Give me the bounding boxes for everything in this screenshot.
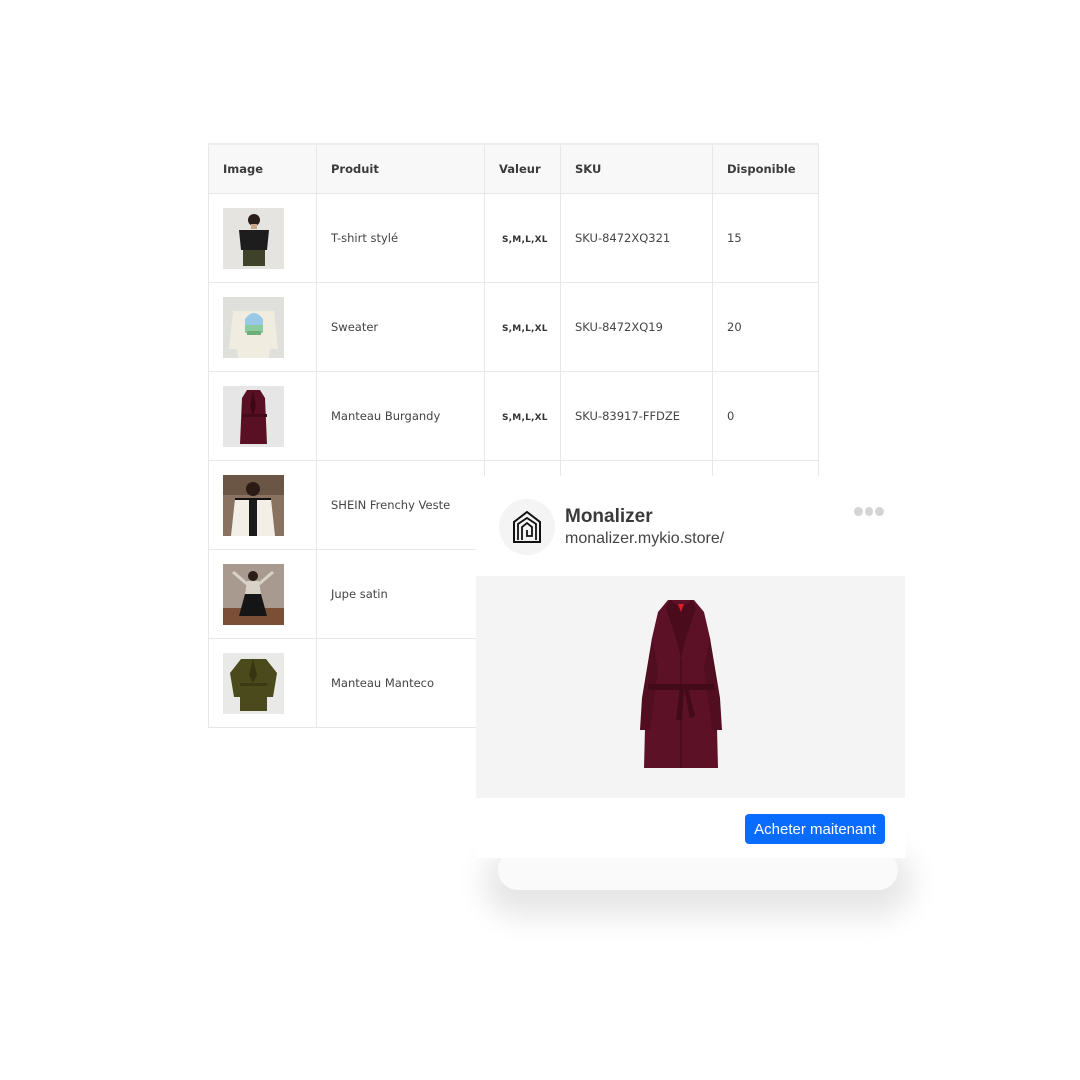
dot — [875, 506, 885, 516]
card-header: Monalizer monalizer.mykio.store/ — [476, 476, 906, 576]
header-sku[interactable]: SKU — [560, 143, 713, 194]
header-available[interactable]: Disponible — [712, 143, 819, 194]
value-cell: S,M,L,XL — [484, 193, 561, 283]
sku-cell: SKU-8472XQ321 — [560, 193, 713, 283]
product-thumbnail[interactable] — [223, 296, 284, 358]
product-name-cell: T-shirt stylé — [316, 193, 485, 283]
header-value[interactable]: Valeur — [484, 143, 561, 194]
header-image[interactable]: Image — [208, 143, 317, 194]
dot — [854, 506, 863, 516]
more-dots-icon[interactable] — [854, 506, 885, 516]
size-list: S,M,L,XL — [502, 324, 548, 334]
store-url[interactable]: monalizer.mykio.store/ — [565, 530, 724, 548]
product-preview-card[interactable]: Monalizer monalizer.mykio.store/ Acheter… — [476, 476, 906, 858]
product-thumbnail[interactable] — [223, 652, 284, 714]
product-name-cell: Manteau Burgandy — [316, 371, 485, 461]
burgundy-coat-photo-icon — [223, 385, 284, 447]
size-list: S,M,L,XL — [502, 235, 548, 245]
cream-sweater-photo-icon — [223, 296, 284, 358]
product-name-cell: Manteau Manteco — [316, 638, 485, 728]
available-cell: 0 — [712, 371, 819, 461]
size-list: S,M,L,XL — [502, 413, 548, 423]
burgundy-coat-photo-icon — [640, 600, 722, 768]
image-cell — [208, 282, 317, 372]
sku-cell: SKU-8472XQ19 — [560, 282, 713, 372]
product-name-cell: Sweater — [316, 282, 485, 372]
value-cell: S,M,L,XL — [484, 282, 561, 372]
image-cell — [208, 638, 317, 728]
olive-coat-photo-icon — [223, 652, 284, 714]
buy-now-button[interactable]: Acheter maitenant — [745, 814, 885, 844]
product-thumbnail[interactable] — [223, 563, 284, 625]
product-thumbnail[interactable] — [223, 207, 284, 269]
product-thumbnail[interactable] — [223, 385, 284, 447]
product-name-cell: SHEIN Frenchy Veste — [316, 460, 485, 550]
table-row[interactable]: T-shirt stylé S,M,L,XL SKU-8472XQ321 15 — [208, 193, 819, 283]
table-header-row: Image Produit Valeur SKU Disponible — [208, 143, 819, 194]
table-row[interactable]: Sweater S,M,L,XL SKU-8472XQ19 20 — [208, 282, 819, 372]
satin-skirt-model-photo-icon — [223, 563, 284, 625]
image-cell — [208, 549, 317, 639]
sku-cell: SKU-83917-FFDZE — [560, 371, 713, 461]
store-avatar[interactable] — [499, 499, 555, 555]
house-monogram-logo-icon — [513, 511, 541, 543]
image-cell — [208, 371, 317, 461]
available-cell: 15 — [712, 193, 819, 283]
black-tshirt-model-photo-icon — [223, 207, 284, 269]
product-name-cell: Jupe satin — [316, 549, 485, 639]
store-name[interactable]: Monalizer — [565, 506, 653, 528]
image-cell — [208, 460, 317, 550]
dot — [864, 506, 874, 516]
image-cell — [208, 193, 317, 283]
product-thumbnail[interactable] — [223, 474, 284, 536]
value-cell: S,M,L,XL — [484, 371, 561, 461]
available-cell: 20 — [712, 282, 819, 372]
tweed-jacket-model-photo-icon — [223, 474, 284, 536]
product-preview-image[interactable] — [476, 576, 905, 798]
table-row[interactable]: Manteau Burgandy S,M,L,XL SKU-83917-FFDZ… — [208, 371, 819, 461]
header-product[interactable]: Produit — [316, 143, 485, 194]
